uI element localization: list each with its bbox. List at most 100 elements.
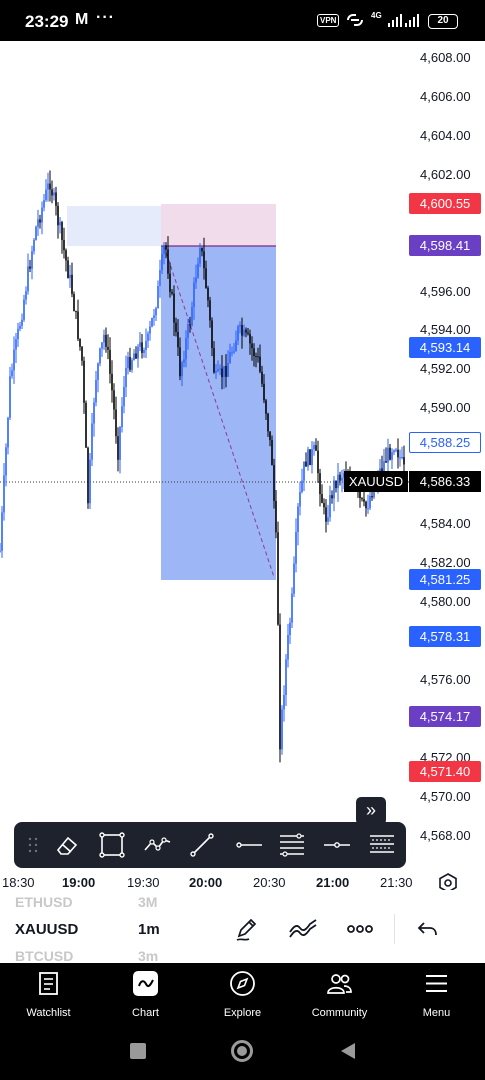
- candle-body: [237, 326, 239, 341]
- candle-body: [285, 659, 287, 695]
- time-tick: 19:00: [62, 875, 96, 890]
- candle-body: [91, 423, 93, 460]
- price-badge-blue[interactable]: 4,593.14: [409, 337, 481, 358]
- target-price-badge[interactable]: 4,581.25: [409, 569, 481, 590]
- drag-handle-icon[interactable]: [18, 830, 48, 860]
- price-badge-red[interactable]: 4,571.40: [409, 761, 481, 782]
- symbol-bar: ETHUSD 3M XAUUSD 1m BTCUSD 3m: [0, 890, 485, 963]
- signal-icon: [388, 14, 402, 27]
- candle-body: [125, 367, 127, 387]
- recents-icon[interactable]: [128, 1041, 148, 1061]
- nav-menu[interactable]: Menu: [388, 963, 485, 1025]
- alert-price-badge[interactable]: 4,588.25: [409, 432, 481, 453]
- candle-body: [247, 332, 249, 335]
- ghost-symbol-next: BTCUSD: [15, 948, 74, 963]
- nav-chart[interactable]: Chart: [97, 963, 194, 1025]
- candle-body: [87, 447, 89, 504]
- candle-body: [269, 431, 271, 440]
- candle-body: [279, 624, 281, 750]
- price-tick: 4,592.00: [420, 361, 471, 376]
- hotspot-icon: [347, 14, 363, 26]
- divider: [394, 914, 395, 944]
- fib-channel-icon[interactable]: [367, 830, 397, 860]
- candle-body: [371, 496, 373, 498]
- candle-body: [305, 461, 307, 467]
- candle-body: [155, 308, 157, 316]
- candle-body: [223, 366, 225, 378]
- candle-body: [149, 326, 151, 334]
- trend-line-icon[interactable]: [187, 830, 217, 860]
- candle-body: [387, 447, 389, 463]
- candle-body: [27, 266, 29, 292]
- interval-selector[interactable]: 1m: [138, 921, 160, 938]
- price-badge-purple[interactable]: 4,574.17: [409, 706, 481, 727]
- candle-body: [309, 449, 311, 465]
- candle-body: [101, 342, 103, 349]
- candle-body: [57, 205, 59, 226]
- target-zone[interactable]: [161, 246, 276, 580]
- candle-body: [303, 461, 305, 481]
- candle-body: [167, 249, 169, 274]
- candle-body: [287, 635, 289, 660]
- candle-body: [253, 348, 255, 357]
- symbol-selector[interactable]: XAUUSD: [15, 921, 78, 938]
- stop-price-badge[interactable]: 4,600.55: [409, 193, 481, 214]
- candle-body: [229, 352, 231, 364]
- rectangle-icon[interactable]: [97, 830, 127, 860]
- candle-body: [259, 356, 261, 372]
- nav-label: Menu: [422, 1007, 451, 1019]
- nav-explore[interactable]: Explore: [194, 963, 291, 1025]
- price-badge-blue[interactable]: 4,578.31: [409, 626, 481, 647]
- undo-icon[interactable]: [415, 916, 439, 942]
- candle-body: [109, 349, 111, 374]
- stop-loss-zone[interactable]: [161, 204, 276, 246]
- nav-watchlist[interactable]: Watchlist: [0, 963, 97, 1025]
- candle-body: [209, 300, 211, 321]
- ghost-symbol-prev: ETHUSD: [15, 894, 73, 910]
- more-icon[interactable]: [346, 916, 374, 942]
- hamburger-menu-icon: [426, 975, 447, 992]
- eraser-icon[interactable]: [52, 830, 82, 860]
- candle-body: [47, 183, 49, 190]
- horizontal-ray-icon[interactable]: [232, 830, 262, 860]
- candle-body: [275, 500, 277, 533]
- candle-body: [333, 480, 335, 499]
- candle-body: [327, 517, 329, 522]
- candle-body: [261, 371, 263, 384]
- time-tick: 18:30: [2, 875, 35, 890]
- candle-body: [337, 474, 339, 489]
- nav-community[interactable]: Community: [291, 963, 388, 1025]
- time-tick: 20:30: [253, 875, 286, 890]
- expand-toolbar-button[interactable]: »: [356, 797, 386, 825]
- candle-body: [137, 346, 139, 359]
- candle-body: [171, 291, 173, 294]
- candle-body: [341, 477, 343, 481]
- time-tick: 21:30: [380, 875, 413, 890]
- candle-body: [9, 376, 11, 418]
- community-icon: [327, 974, 352, 994]
- candle-body: [301, 480, 303, 493]
- more-notifications-icon: ···: [96, 9, 115, 26]
- horizontal-line-icon[interactable]: [322, 830, 352, 860]
- candle-body: [5, 447, 7, 476]
- candle-body: [399, 457, 401, 459]
- candle-body: [397, 449, 399, 458]
- chart-area[interactable]: 4,608.00 4,606.00 4,604.00 4,602.00 4,59…: [0, 41, 485, 893]
- home-icon[interactable]: [230, 1039, 254, 1063]
- fib-retracement-icon[interactable]: [277, 830, 307, 860]
- candle-body: [195, 277, 197, 283]
- candle-body: [323, 502, 325, 508]
- highlight-zone: [67, 206, 161, 246]
- candle-body: [311, 449, 313, 465]
- entry-price-badge[interactable]: 4,598.41: [409, 235, 481, 256]
- back-icon[interactable]: [338, 1041, 358, 1061]
- candle-body: [383, 461, 385, 472]
- candle-body: [77, 311, 79, 339]
- candle-body: [199, 247, 201, 264]
- pencil-icon[interactable]: [233, 916, 259, 942]
- path-icon[interactable]: [142, 830, 172, 860]
- indicators-icon[interactable]: [288, 916, 318, 942]
- candle-body: [183, 359, 185, 363]
- candle-body: [189, 324, 191, 326]
- candle-body: [255, 356, 257, 358]
